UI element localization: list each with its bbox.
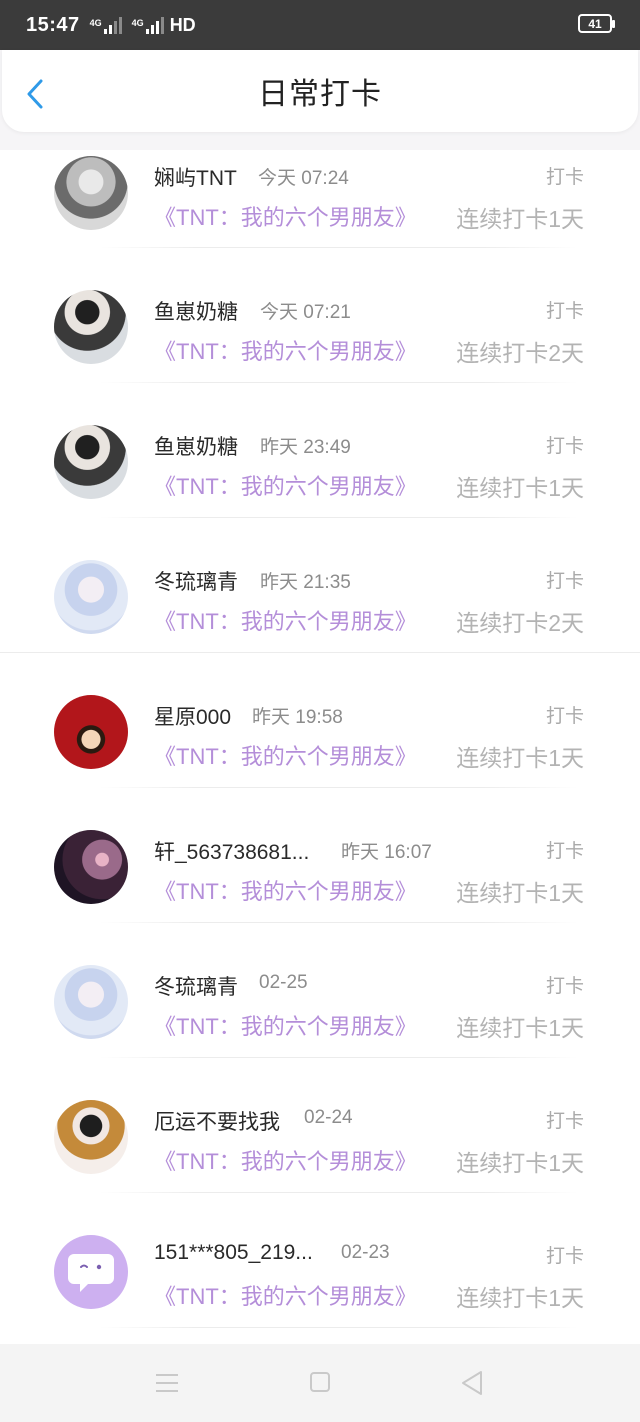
punch-label: 打卡: [545, 1246, 584, 1267]
checkin-time: 02-25: [259, 972, 308, 993]
user-name[interactable]: 星原000: [154, 701, 231, 731]
avatar[interactable]: [54, 830, 128, 904]
signal-1-label: 4G: [89, 18, 102, 28]
punch-label: 打卡: [545, 706, 584, 727]
avatar[interactable]: [54, 1235, 128, 1309]
list-item[interactable]: 鱼崽奶糖 昨天 23:49 打卡 《TNT：我的六个男朋友》 连续打卡1天: [0, 383, 640, 518]
punch-label: 打卡: [545, 841, 584, 862]
list-item[interactable]: 鱼崽奶糖 今天 07:21 打卡 《TNT：我的六个男朋友》 连续打卡2天: [0, 248, 640, 383]
streak-text: 连续打卡2天: [456, 340, 584, 366]
book-title[interactable]: 《TNT：我的六个男朋友》: [154, 1009, 417, 1041]
avatar[interactable]: [54, 290, 128, 364]
user-name[interactable]: 厄运不要找我: [154, 1106, 280, 1136]
book-title[interactable]: 《TNT：我的六个男朋友》: [154, 334, 417, 366]
battery-level: 41: [588, 16, 602, 31]
punch-label: 打卡: [545, 167, 584, 188]
book-title[interactable]: 《TNT：我的六个男朋友》: [154, 1144, 417, 1176]
streak-text: 连续打卡1天: [456, 1285, 584, 1311]
page-title: 日常打卡: [258, 78, 382, 111]
user-name[interactable]: 冬琉璃青: [154, 971, 238, 1001]
user-name[interactable]: 鱼崽奶糖: [154, 296, 238, 326]
punch-label: 打卡: [545, 976, 584, 997]
punch-label: 打卡: [545, 301, 584, 322]
checkin-time: 昨天 19:58: [252, 707, 343, 728]
user-name[interactable]: 冬琉璃青: [154, 566, 238, 596]
signal-2-label: 4G: [131, 18, 144, 28]
checkin-time: 昨天 23:49: [260, 437, 351, 458]
book-title[interactable]: 《TNT：我的六个男朋友》: [154, 200, 417, 232]
list-item[interactable]: 星原000 昨天 19:58 打卡 《TNT：我的六个男朋友》 连续打卡1天: [0, 653, 640, 788]
signal-1: 4G: [90, 16, 122, 34]
streak-text: 连续打卡1天: [456, 1150, 584, 1176]
list-item[interactable]: 151***805_219... 02-23 打卡 《TNT：我的六个男朋友》 …: [0, 1193, 640, 1328]
streak-text: 连续打卡1天: [456, 475, 584, 501]
punch-label: 打卡: [545, 436, 584, 457]
back-triangle-icon[interactable]: [460, 1370, 484, 1396]
signal-2: 4G: [132, 16, 164, 34]
checkin-time: 昨天 21:35: [260, 572, 351, 593]
checkin-time: 昨天 16:07: [341, 842, 432, 863]
checkin-time: 今天 07:21: [260, 302, 351, 323]
streak-text: 连续打卡1天: [456, 1015, 584, 1041]
avatar[interactable]: [54, 156, 128, 230]
streak-text: 连续打卡1天: [456, 745, 584, 771]
avatar[interactable]: [54, 1100, 128, 1174]
default-avatar-chat-icon: [68, 1254, 114, 1292]
home-square-icon[interactable]: [310, 1372, 330, 1392]
punch-label: 打卡: [545, 571, 584, 592]
signal-bars-icon: [103, 16, 122, 34]
avatar[interactable]: [54, 425, 128, 499]
list-item[interactable]: 冬琉璃青 昨天 21:35 打卡 《TNT：我的六个男朋友》 连续打卡2天: [0, 518, 640, 653]
list-item[interactable]: 轩_563738681... 昨天 16:07 打卡 《TNT：我的六个男朋友》…: [0, 788, 640, 923]
checkin-time: 02-23: [341, 1242, 390, 1263]
user-name[interactable]: 娴屿TNT: [154, 162, 237, 192]
menu-icon[interactable]: [156, 1374, 178, 1392]
streak-text: 连续打卡2天: [456, 610, 584, 636]
book-title[interactable]: 《TNT：我的六个男朋友》: [154, 1279, 417, 1311]
system-nav-bar: [0, 1344, 640, 1422]
chevron-left-icon[interactable]: [24, 78, 48, 110]
list-item[interactable]: 娴屿TNT 今天 07:24 打卡 《TNT：我的六个男朋友》 连续打卡1天: [0, 150, 640, 248]
header-area: 日常打卡: [0, 50, 640, 150]
checkin-list: 娴屿TNT 今天 07:24 打卡 《TNT：我的六个男朋友》 连续打卡1天 鱼…: [0, 150, 640, 1328]
book-title[interactable]: 《TNT：我的六个男朋友》: [154, 739, 417, 771]
signal-bars-icon: [145, 16, 164, 34]
user-name[interactable]: 鱼崽奶糖: [154, 431, 238, 461]
avatar[interactable]: [54, 695, 128, 769]
hd-label: HD: [169, 14, 196, 35]
header: 日常打卡: [2, 50, 638, 132]
streak-text: 连续打卡1天: [456, 206, 584, 232]
battery-icon: 41: [578, 14, 615, 33]
avatar[interactable]: [54, 965, 128, 1039]
user-name[interactable]: 轩_563738681...: [154, 836, 309, 866]
avatar[interactable]: [54, 560, 128, 634]
user-name[interactable]: 151***805_219...: [154, 1241, 313, 1265]
checkin-time: 今天 07:24: [258, 168, 349, 189]
punch-label: 打卡: [545, 1111, 584, 1132]
book-title[interactable]: 《TNT：我的六个男朋友》: [154, 604, 417, 636]
status-time: 15:47: [26, 13, 80, 36]
status-bar: 15:47 4G 4G HD 41: [0, 0, 640, 50]
book-title[interactable]: 《TNT：我的六个男朋友》: [154, 874, 417, 906]
divider: [100, 1327, 578, 1328]
list-item[interactable]: 厄运不要找我 02-24 打卡 《TNT：我的六个男朋友》 连续打卡1天: [0, 1058, 640, 1193]
list-item[interactable]: 冬琉璃青 02-25 打卡 《TNT：我的六个男朋友》 连续打卡1天: [0, 923, 640, 1058]
book-title[interactable]: 《TNT：我的六个男朋友》: [154, 469, 417, 501]
checkin-time: 02-24: [304, 1107, 353, 1128]
streak-text: 连续打卡1天: [456, 880, 584, 906]
